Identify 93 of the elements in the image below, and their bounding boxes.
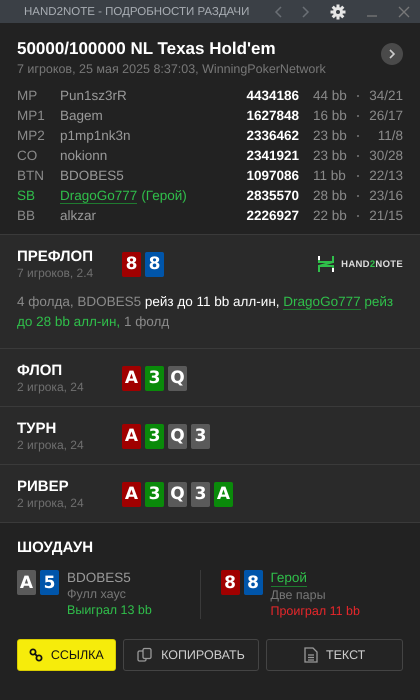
hero-tag: (Герой) <box>141 188 187 203</box>
next-button[interactable] <box>381 43 403 65</box>
separator-dot <box>357 195 359 197</box>
separator-dot <box>357 135 359 137</box>
settings-icon[interactable] <box>330 4 346 20</box>
logo-icon <box>317 255 336 273</box>
stack-bb: 16 bb <box>313 108 348 124</box>
separator-dot <box>357 175 359 177</box>
stack-bb: 28 bb <box>313 188 348 204</box>
position-label: CO <box>17 148 38 164</box>
stack-bb: 44 bb <box>313 88 348 104</box>
street-info: 2 игрока, 24 <box>17 380 85 394</box>
player-name[interactable]: DragoGo777 <box>60 188 138 204</box>
card: 3 <box>191 482 210 506</box>
close-icon[interactable] <box>398 6 410 18</box>
player-name: BDOBES5 <box>67 570 131 586</box>
position-label: BB <box>17 208 36 224</box>
card: A <box>122 482 141 506</box>
result-amount: Выиграл 13 bb <box>67 602 152 618</box>
player-name: nokionn <box>60 148 108 163</box>
text-button[interactable]: ТЕКСТ <box>266 639 403 671</box>
player-stats: 26/17 <box>368 108 403 124</box>
link-button[interactable]: ССЫЛКА <box>17 639 116 671</box>
street-title: РИВЕР <box>17 478 70 495</box>
stack-bb: 23 bb <box>313 128 348 144</box>
position-label: MP <box>17 88 38 104</box>
card: 3 <box>145 482 164 506</box>
action-summary: 4 фолда, BDOBES5 рейз до 11 bb алл-ин, DragoGo777 рейз до 28 bb алл-ин, 1 фолд <box>17 293 394 331</box>
card: Q <box>168 424 187 448</box>
logo-text: HAND2NOTE <box>341 258 403 270</box>
position-label: BTN <box>17 168 45 184</box>
separator-dot <box>357 95 359 97</box>
card: A <box>17 570 36 595</box>
stack-amount: 2835570 <box>246 188 300 204</box>
player-name: p1mp1nk3n <box>60 128 131 143</box>
card: 8 <box>244 570 262 595</box>
stack-amount: 1097086 <box>246 168 300 184</box>
showdown-title: ШОУДАУН <box>17 539 94 556</box>
card: A <box>214 482 233 506</box>
copy-icon <box>137 647 154 663</box>
player-name: alkzar <box>60 208 96 223</box>
hand-rank: Фулл хаус <box>67 586 127 602</box>
stack-amount: 2336462 <box>246 128 300 144</box>
chain-icon <box>28 648 43 662</box>
card: A <box>122 424 141 448</box>
player-link[interactable]: DragoGo777 <box>283 294 361 310</box>
player-stats: 30/28 <box>368 148 403 164</box>
street-title: ПРЕФЛОП <box>17 248 94 265</box>
document-icon <box>304 647 318 663</box>
copy-button[interactable]: КОПИРОВАТЬ <box>122 639 260 671</box>
street-info: 2 игрока, 24 <box>17 496 85 510</box>
card: A <box>122 366 141 390</box>
position-label: SB <box>17 188 36 204</box>
separator-dot <box>357 155 359 157</box>
game-title: 50000/100000 NL Texas Hold'em <box>17 39 277 59</box>
card: 3 <box>191 424 210 448</box>
street-info: 7 игроков, 2.4 <box>17 266 94 280</box>
window-title: HAND2NOTE - ПОДРОБНОСТИ РАЗДАЧИ <box>24 6 250 18</box>
stack-amount: 2341921 <box>246 148 300 164</box>
chevron-icon <box>388 49 396 59</box>
player-name[interactable]: Герой <box>270 570 307 587</box>
card: 5 <box>40 570 59 595</box>
card: 8 <box>220 570 240 595</box>
position-label: MP1 <box>17 108 46 124</box>
player-name: Bagem <box>60 108 103 123</box>
position-label: MP2 <box>17 128 46 144</box>
player-name: Pun1sz3rR <box>60 88 127 103</box>
separator-dot <box>357 115 359 117</box>
card: Q <box>168 482 187 506</box>
separator-dot <box>357 215 359 217</box>
card: Q <box>168 366 187 390</box>
result-amount: Проиграл 11 bb <box>270 603 360 619</box>
hand-rank: Две пары <box>270 587 327 603</box>
player-stats: 21/15 <box>368 208 403 224</box>
hand-info: 7 игроков, 25 мая 2025 8:37:03, WinningPokerNetwork <box>17 62 326 76</box>
stack-bb: 23 bb <box>313 148 348 164</box>
stack-amount: 2226927 <box>246 208 300 224</box>
card: 8 <box>145 252 164 276</box>
card: 3 <box>145 424 164 448</box>
card: 3 <box>145 366 164 390</box>
player-stats: 22/13 <box>368 168 403 184</box>
card: 8 <box>122 252 141 276</box>
street-info: 2 игрока, 24 <box>17 438 85 452</box>
player-stats: 11/8 <box>376 128 403 144</box>
player-name: BDOBES5 <box>60 168 124 183</box>
player-stats: 23/16 <box>368 188 403 204</box>
stack-bb: 22 bb <box>313 208 348 224</box>
street-title: ФЛОП <box>17 362 64 379</box>
stack-amount: 4434186 <box>246 88 300 104</box>
stack-bb: 11 bb <box>313 168 347 184</box>
player-stats: 34/21 <box>368 88 403 104</box>
stack-amount: 1627848 <box>246 108 300 124</box>
street-title: ТУРН <box>17 420 58 437</box>
